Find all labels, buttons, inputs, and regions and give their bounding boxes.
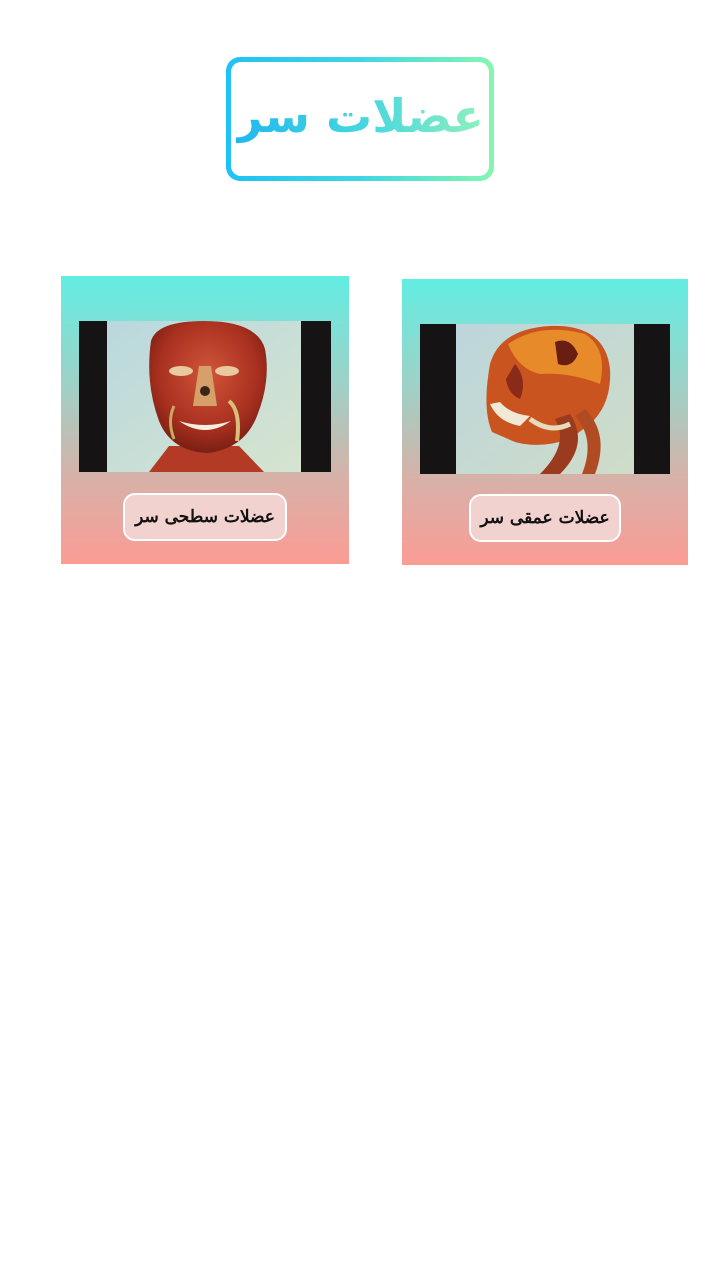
deep-muscles-image [420,324,670,474]
page-title-inner: عضلات سر [231,62,489,176]
card-superficial-head-muscles[interactable]: عضلات سطحی سر [61,276,349,564]
superficial-muscles-illustration [79,321,331,472]
deep-muscles-illustration [420,324,670,474]
page-title-box: عضلات سر [226,57,494,181]
page-title: عضلات سر [236,89,484,143]
card-label-superficial: عضلات سطحی سر [123,493,287,541]
card-deep-head-muscles[interactable]: عضلات عمقی سر [402,279,688,565]
superficial-muscles-image [79,321,331,472]
card-label-deep: عضلات عمقی سر [469,494,621,542]
screen: عضلات سر عضلات سطحی سر عضلات عمقی سر [0,0,719,1280]
